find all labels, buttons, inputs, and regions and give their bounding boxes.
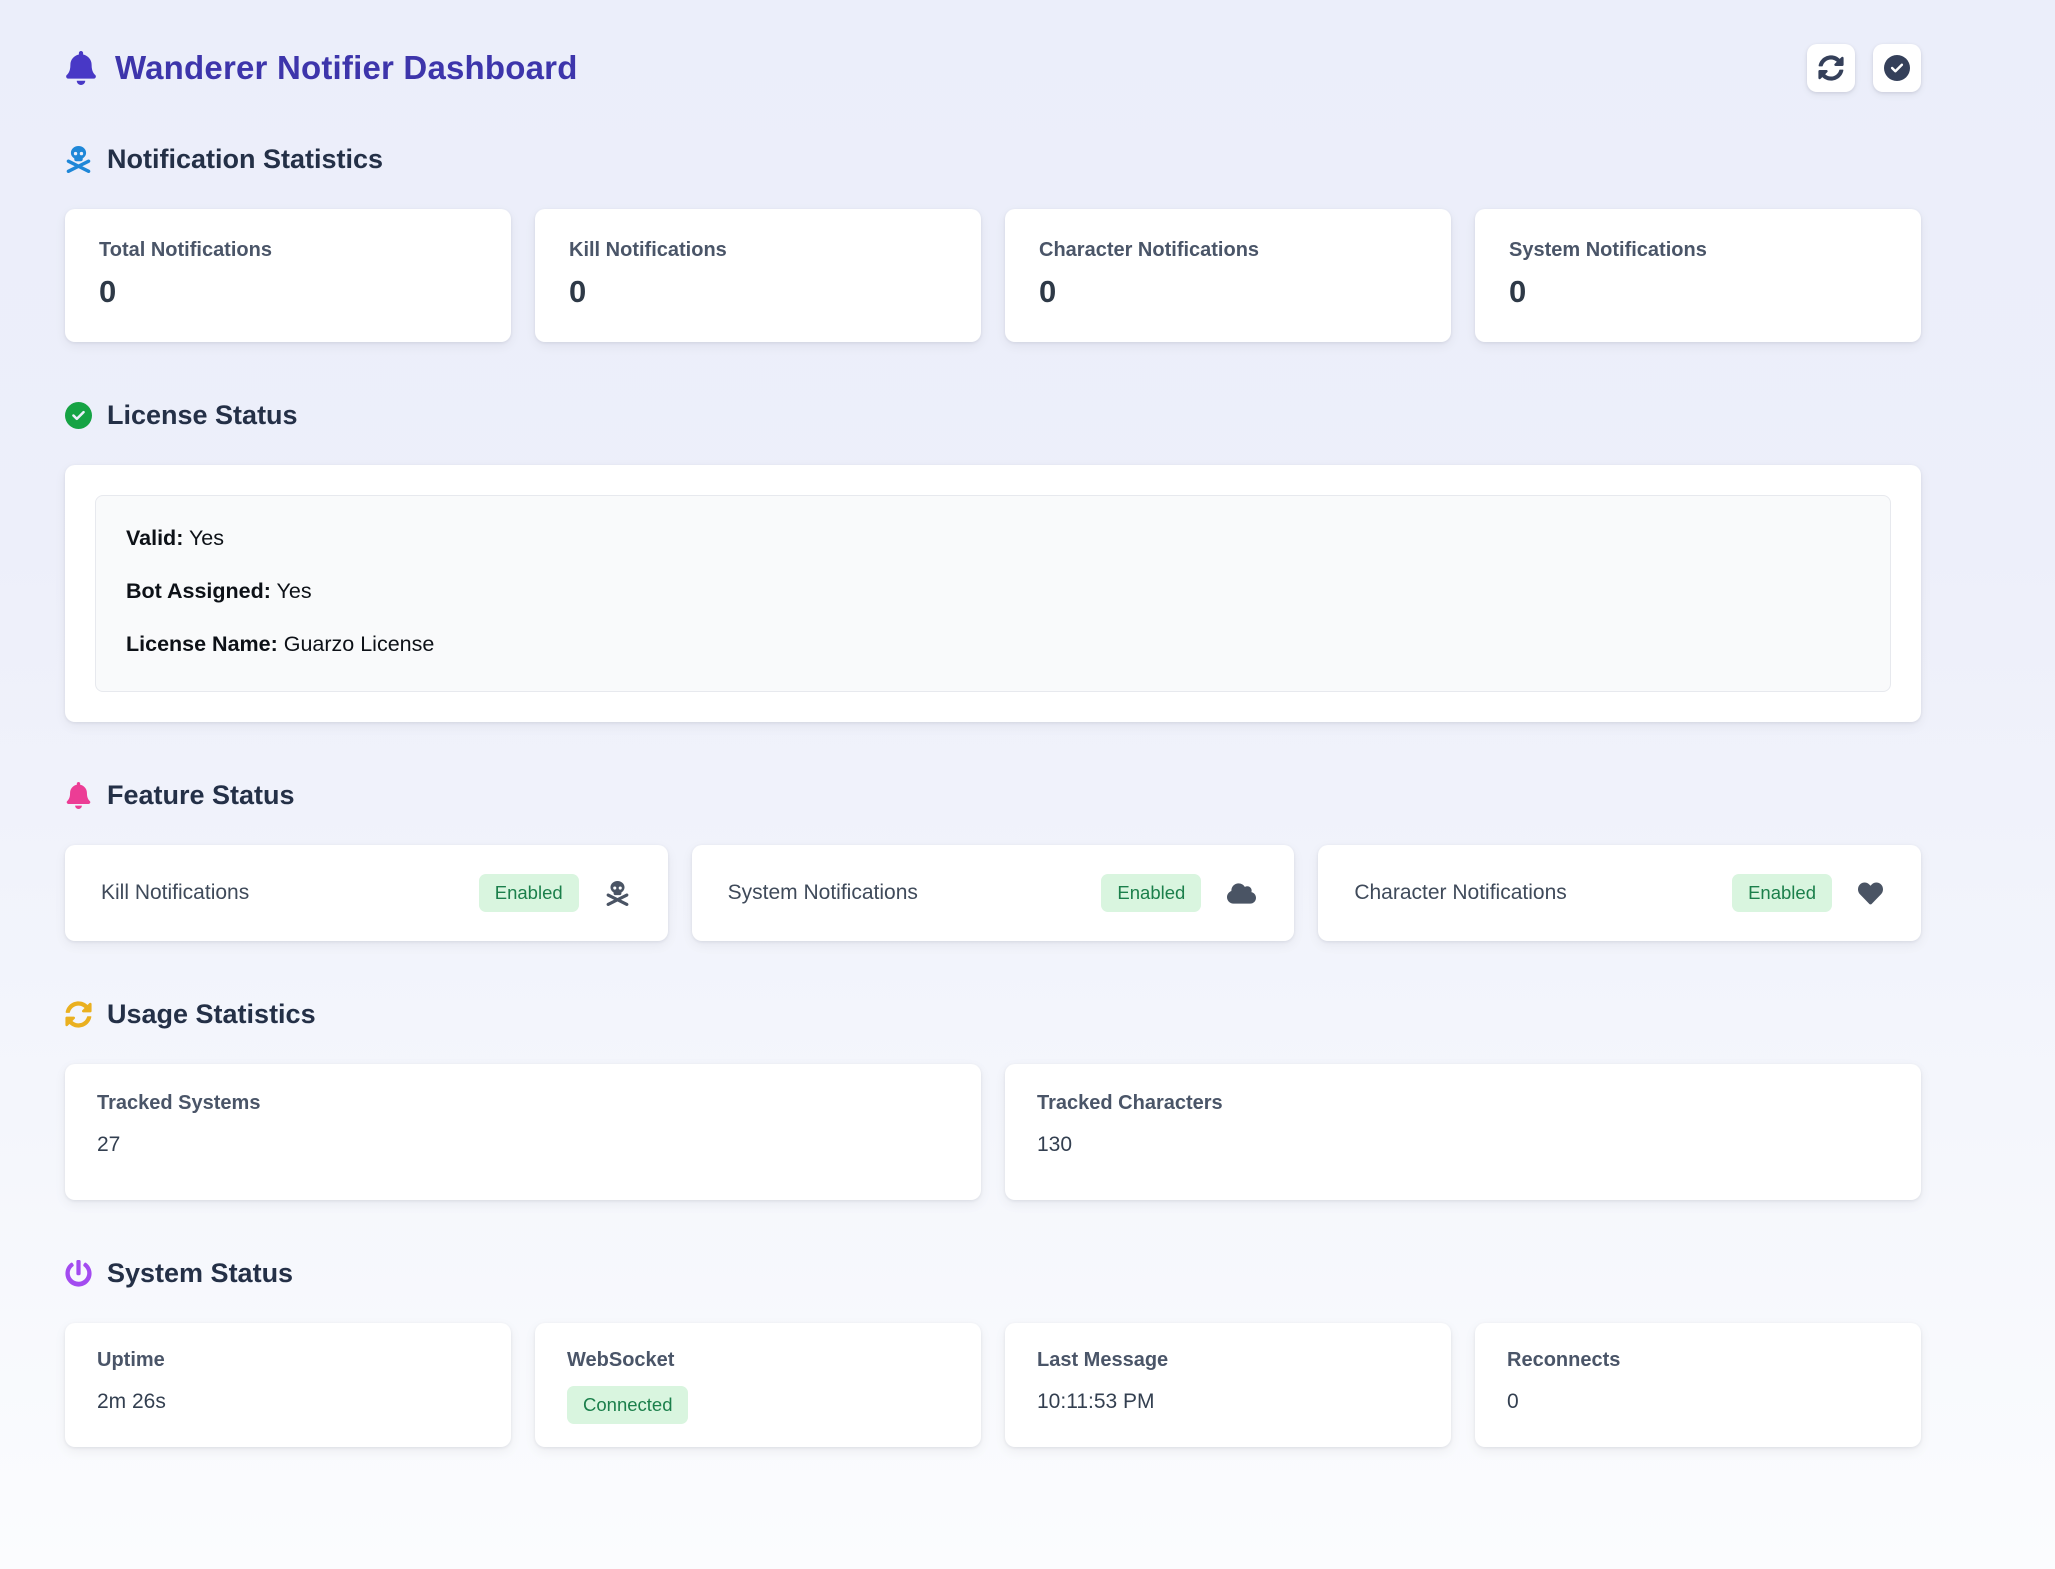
section-title: System Status <box>107 1258 293 1289</box>
feature-card-kill-notifications: Kill Notifications Enabled <box>65 845 668 941</box>
system-card-websocket: WebSocket Connected <box>535 1323 981 1447</box>
section-title: License Status <box>107 400 298 431</box>
status-ok-button[interactable] <box>1873 44 1921 92</box>
license-valid-label: Valid: <box>126 526 183 550</box>
refresh-button[interactable] <box>1807 44 1855 92</box>
refresh-icon <box>1818 55 1844 81</box>
section-title: Usage Statistics <box>107 999 316 1030</box>
usage-statistics-heading: Usage Statistics <box>65 999 1921 1030</box>
skull-crossbones-icon <box>65 146 92 173</box>
cloud-icon <box>1227 881 1256 906</box>
stat-value: 0 <box>1039 274 1417 310</box>
system-label: Uptime <box>97 1349 479 1372</box>
stat-label: Character Notifications <box>1039 239 1417 262</box>
power-icon <box>65 1260 92 1287</box>
page-title: Wanderer Notifier Dashboard <box>115 49 578 87</box>
system-value: 2m 26s <box>97 1390 479 1414</box>
stat-card-kill-notifications: Kill Notifications 0 <box>535 209 981 342</box>
section-title: Notification Statistics <box>107 144 383 175</box>
license-name-line: License Name: Guarzo License <box>126 632 1860 657</box>
enabled-badge: Enabled <box>479 874 579 912</box>
usage-label: Tracked Characters <box>1037 1092 1889 1115</box>
stat-label: Total Notifications <box>99 239 477 262</box>
feature-label: System Notifications <box>728 881 918 905</box>
license-bot-assigned-value: Yes <box>271 579 312 603</box>
usage-card-tracked-characters: Tracked Characters 130 <box>1005 1064 1921 1200</box>
connected-badge: Connected <box>567 1386 688 1424</box>
websocket-status: Connected <box>567 1386 949 1424</box>
system-label: Last Message <box>1037 1349 1419 1372</box>
license-valid-line: Valid: Yes <box>126 526 1860 551</box>
enabled-badge: Enabled <box>1101 874 1201 912</box>
license-card: Valid: Yes Bot Assigned: Yes License Nam… <box>65 465 1921 722</box>
section-license-status: License Status Valid: Yes Bot Assigned: … <box>65 400 1921 722</box>
system-cards-row: Uptime 2m 26s WebSocket Connected Last M… <box>65 1323 1921 1447</box>
stat-cards-row: Total Notifications 0 Kill Notifications… <box>65 209 1921 342</box>
section-usage-statistics: Usage Statistics Tracked Systems 27 Trac… <box>65 999 1921 1200</box>
usage-cards-row: Tracked Systems 27 Tracked Characters 13… <box>65 1064 1921 1200</box>
stat-value: 0 <box>569 274 947 310</box>
stat-card-character-notifications: Character Notifications 0 <box>1005 209 1451 342</box>
system-card-uptime: Uptime 2m 26s <box>65 1323 511 1447</box>
system-value: 0 <box>1507 1390 1889 1414</box>
system-value: 10:11:53 PM <box>1037 1390 1419 1414</box>
section-system-status: System Status Uptime 2m 26s WebSocket Co… <box>65 1258 1921 1447</box>
feature-card-character-notifications: Character Notifications Enabled <box>1318 845 1921 941</box>
check-circle-icon <box>65 402 92 429</box>
feature-status-group: Enabled <box>1732 874 1883 912</box>
usage-value: 27 <box>97 1133 949 1157</box>
stat-label: System Notifications <box>1509 239 1887 262</box>
feature-label: Character Notifications <box>1354 881 1566 905</box>
section-title: Feature Status <box>107 780 295 811</box>
license-name-value: Guarzo License <box>278 632 435 656</box>
stat-card-total-notifications: Total Notifications 0 <box>65 209 511 342</box>
header-actions <box>1807 44 1921 92</box>
heart-icon <box>1858 881 1883 906</box>
stat-label: Kill Notifications <box>569 239 947 262</box>
license-name-label: License Name: <box>126 632 278 656</box>
section-feature-status: Feature Status Kill Notifications Enable… <box>65 780 1921 941</box>
feature-status-heading: Feature Status <box>65 780 1921 811</box>
sync-icon <box>65 1001 92 1028</box>
section-notification-statistics: Notification Statistics Total Notificati… <box>65 144 1921 342</box>
license-details-panel: Valid: Yes Bot Assigned: Yes License Nam… <box>95 495 1891 692</box>
usage-card-tracked-systems: Tracked Systems 27 <box>65 1064 981 1200</box>
header: Wanderer Notifier Dashboard <box>65 44 1921 92</box>
skull-crossbones-icon <box>605 881 630 906</box>
feature-status-group: Enabled <box>1101 874 1256 912</box>
license-bot-assigned-line: Bot Assigned: Yes <box>126 579 1860 604</box>
bell-icon <box>65 782 92 809</box>
header-title-group: Wanderer Notifier Dashboard <box>65 49 578 87</box>
feature-label: Kill Notifications <box>101 881 249 905</box>
feature-cards-row: Kill Notifications Enabled System Notifi… <box>65 845 1921 941</box>
license-status-heading: License Status <box>65 400 1921 431</box>
system-card-last-message: Last Message 10:11:53 PM <box>1005 1323 1451 1447</box>
system-label: WebSocket <box>567 1349 949 1372</box>
system-status-heading: System Status <box>65 1258 1921 1289</box>
notification-statistics-heading: Notification Statistics <box>65 144 1921 175</box>
stat-value: 0 <box>99 274 477 310</box>
enabled-badge: Enabled <box>1732 874 1832 912</box>
dashboard-page: Wanderer Notifier Dashboard Notification… <box>0 0 2055 1447</box>
usage-value: 130 <box>1037 1133 1889 1157</box>
feature-status-group: Enabled <box>479 874 630 912</box>
system-label: Reconnects <box>1507 1349 1889 1372</box>
feature-card-system-notifications: System Notifications Enabled <box>692 845 1295 941</box>
check-circle-icon <box>1884 55 1910 81</box>
stat-card-system-notifications: System Notifications 0 <box>1475 209 1921 342</box>
bell-icon <box>65 51 97 85</box>
license-bot-assigned-label: Bot Assigned: <box>126 579 271 603</box>
system-card-reconnects: Reconnects 0 <box>1475 1323 1921 1447</box>
stat-value: 0 <box>1509 274 1887 310</box>
license-valid-value: Yes <box>183 526 224 550</box>
usage-label: Tracked Systems <box>97 1092 949 1115</box>
